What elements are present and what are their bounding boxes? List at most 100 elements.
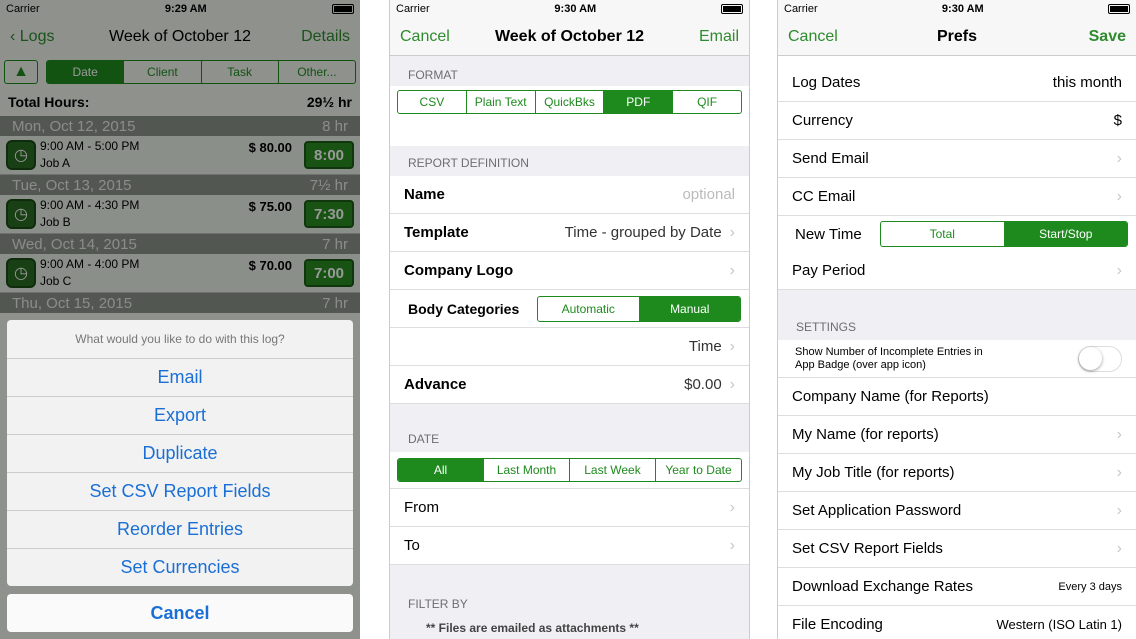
file-encoding-row[interactable]: File Encoding Western (ISO Latin 1) (778, 606, 1136, 639)
section-header-filter: FILTER BY (408, 597, 468, 611)
time-row[interactable]: Time › (390, 328, 749, 366)
format-plain-text[interactable]: Plain Text (465, 91, 535, 113)
template-row[interactable]: Template Time - grouped by Date › (390, 214, 749, 252)
company-name-row[interactable]: Company Name (for Reports) (778, 378, 1136, 416)
app-password-row[interactable]: Set Application Password › (778, 492, 1136, 530)
format-qif[interactable]: QIF (672, 91, 741, 113)
back-button[interactable]: ‹ Logs (10, 28, 54, 46)
my-name-row[interactable]: My Name (for reports) › (778, 416, 1136, 454)
entry-duration[interactable]: 8:00 (304, 141, 354, 169)
cancel-button[interactable]: Cancel (7, 594, 353, 632)
collapse-triangle-icon[interactable]: ▲ (4, 60, 38, 84)
details-button[interactable]: Details (301, 28, 350, 46)
exchange-rates-row[interactable]: Download Exchange Rates Every 3 days (778, 568, 1136, 606)
company-logo-row[interactable]: Company Logo › (390, 252, 749, 290)
battery-icon (721, 4, 743, 14)
date-all[interactable]: All (398, 459, 483, 481)
incomplete-label: Show Number of Incomplete Entries in App… (795, 345, 983, 371)
template-value: Time - grouped by Date (564, 224, 722, 241)
tab-other[interactable]: Other... (277, 61, 355, 83)
send-email-row[interactable]: Send Email › (778, 140, 1136, 178)
date-last-week[interactable]: Last Week (569, 459, 655, 481)
chevron-right-icon: › (729, 223, 735, 241)
day-header: Thu, Oct 15, 2015 7 hr (0, 293, 360, 313)
currency-value: $ (1113, 112, 1122, 129)
date-last-month[interactable]: Last Month (483, 459, 569, 481)
log-entry[interactable]: ◷ 9:00 AM - 4:00 PM Job C $ 70.00 7:00 (0, 254, 360, 293)
format-csv[interactable]: CSV (398, 91, 466, 113)
email-button[interactable]: Email (699, 28, 739, 46)
tab-task[interactable]: Task (200, 61, 278, 83)
incomplete-toggle[interactable] (1078, 345, 1122, 372)
csv-fields-row[interactable]: Set CSV Report Fields › (778, 530, 1136, 568)
action-email[interactable]: Email (7, 358, 353, 396)
format-quickbks[interactable]: QuickBks (534, 91, 604, 113)
save-button[interactable]: Save (1089, 28, 1126, 46)
new-time-segment[interactable]: Total Start/Stop (880, 221, 1128, 247)
entry-amount: $ 70.00 (248, 258, 292, 273)
advance-row[interactable]: Advance $0.00 › (390, 366, 749, 404)
tab-date[interactable]: Date (47, 61, 124, 83)
new-time-total[interactable]: Total (881, 222, 1004, 246)
company-name-label: Company Name (for Reports) (792, 388, 989, 405)
time-value: Time (688, 338, 722, 355)
log-entry[interactable]: ◷ 9:00 AM - 5:00 PM Job A $ 80.00 8:00 (0, 136, 360, 175)
entry-amount: $ 75.00 (248, 199, 292, 214)
sheet-question: What would you like to do with this log? (75, 332, 285, 346)
chevron-right-icon: › (729, 375, 735, 393)
clock: 9:30 AM (941, 3, 984, 15)
day-date: Tue, Oct 13, 2015 (12, 176, 132, 194)
pay-period-row[interactable]: Pay Period › (778, 252, 1136, 290)
day-date: Thu, Oct 15, 2015 (12, 294, 133, 312)
to-row[interactable]: To › (390, 527, 749, 565)
battery-icon (1108, 4, 1130, 14)
cancel-button[interactable]: Cancel (788, 28, 838, 46)
entry-amount: $ 80.00 (248, 140, 292, 155)
cc-email-row[interactable]: CC Email › (778, 178, 1136, 216)
send-email-label: Send Email (792, 150, 869, 167)
action-reorder[interactable]: Reorder Entries (7, 510, 353, 548)
currency-row[interactable]: Currency $ (778, 102, 1136, 140)
carrier-label: Carrier (396, 3, 430, 15)
from-row[interactable]: From › (390, 489, 749, 527)
action-csv-fields[interactable]: Set CSV Report Fields (7, 472, 353, 510)
entry-duration[interactable]: 7:30 (304, 200, 354, 228)
tab-client[interactable]: Client (123, 61, 200, 83)
log-entry[interactable]: ◷ 9:00 AM - 4:30 PM Job B $ 75.00 7:30 (0, 195, 360, 234)
format-segment[interactable]: CSV Plain Text QuickBks PDF QIF (397, 90, 742, 114)
day-hours: 7 hr (322, 235, 348, 253)
status-bar: Carrier 9:29 AM (0, 0, 360, 18)
format-pdf[interactable]: PDF (603, 91, 673, 113)
action-currencies[interactable]: Set Currencies (7, 548, 353, 586)
clock: 9:30 AM (554, 3, 597, 15)
chevron-right-icon: › (1116, 187, 1122, 205)
day-hours: 8 hr (322, 117, 348, 135)
my-name-label: My Name (for reports) (792, 426, 939, 443)
from-label: From (404, 499, 439, 516)
date-year-to-date[interactable]: Year to Date (655, 459, 741, 481)
sort-segment[interactable]: Date Client Task Other... (46, 60, 356, 84)
action-duplicate[interactable]: Duplicate (7, 434, 353, 472)
attachments-note: ** Files are emailed as attachments ** (426, 621, 639, 635)
body-manual[interactable]: Manual (638, 296, 740, 321)
format-row: CSV Plain Text QuickBks PDF QIF (390, 86, 749, 120)
body-automatic[interactable]: Automatic (538, 297, 639, 321)
log-dates-label: Log Dates (792, 74, 861, 91)
section-header-report: REPORT DEFINITION (390, 146, 749, 176)
exchange-value: Every 3 days (1058, 580, 1122, 593)
new-time-row: New Time Total Start/Stop (778, 216, 1136, 252)
chevron-right-icon: › (729, 536, 735, 554)
name-row[interactable]: Name optional (390, 176, 749, 214)
log-dates-row[interactable]: Log Dates this month (778, 64, 1136, 102)
status-bar: Carrier 9:30 AM (390, 0, 749, 18)
pay-period-label: Pay Period (792, 262, 866, 279)
cancel-button[interactable]: Cancel (400, 28, 450, 46)
entry-duration[interactable]: 7:00 (304, 259, 354, 287)
email-report-screen: Carrier 9:30 AM Cancel Week of October 1… (389, 0, 750, 639)
new-time-start-stop[interactable]: Start/Stop (1003, 222, 1127, 246)
action-export[interactable]: Export (7, 396, 353, 434)
carrier-label: Carrier (6, 3, 40, 15)
body-segment[interactable]: Automatic Manual (537, 295, 741, 322)
date-segment[interactable]: All Last Month Last Week Year to Date (397, 458, 742, 482)
my-title-row[interactable]: My Job Title (for reports) › (778, 454, 1136, 492)
